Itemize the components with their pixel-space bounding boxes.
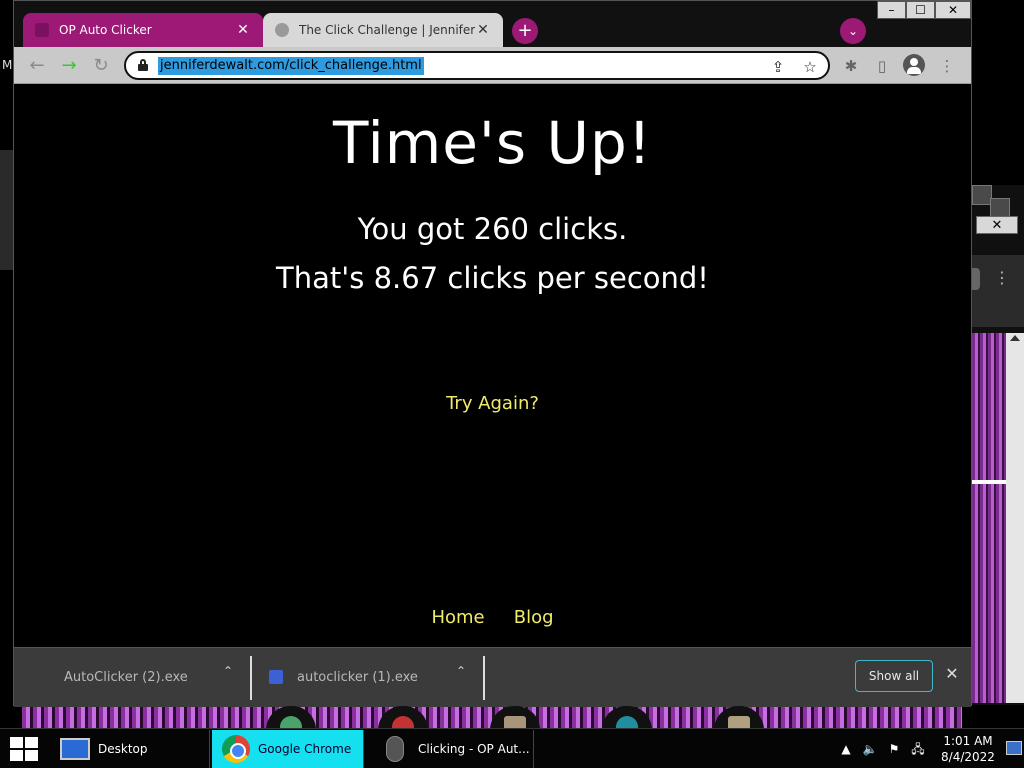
tray-expand-arrow-icon[interactable]: ▲ [838,741,854,757]
address-bar[interactable]: jenniferdewalt.com/click_challenge.html … [124,51,830,80]
globe-icon [275,23,289,37]
taskbar-item-desktop[interactable]: Desktop [50,730,210,768]
profile-avatar-icon[interactable] [903,54,925,76]
background-window-toolbar [972,255,1024,327]
close-window-button[interactable]: ✕ [935,1,971,19]
reload-icon[interactable]: ↻ [90,55,112,77]
chrome-icon [222,735,250,763]
download-filename: AutoClicker (2).exe [64,669,188,685]
taskbar: Desktop Google Chrome Clicking - OP Aut.… [0,728,1024,768]
download-item[interactable]: AutoClicker (2).exe [64,654,188,700]
background-scrollbar[interactable] [1006,333,1024,703]
taskbar-item-op-auto-clicker[interactable]: Clicking - OP Aut... [376,730,534,768]
extensions-puzzle-icon[interactable]: ✱ [840,55,862,77]
clicks-per-second-text: That's 8.67 clicks per second! [276,261,709,295]
tab-search-button[interactable]: ⌄ [840,18,866,44]
windows-start-icon[interactable] [10,737,38,761]
installer-icon [269,670,283,684]
clock-time: 1:01 AM [943,734,993,748]
try-again-link: Try Again? [14,393,971,414]
show-desktop-icon[interactable] [1006,741,1022,755]
background-menu-icon[interactable]: ⋮ [994,268,1010,287]
mouse-icon [386,736,404,762]
tab-favicon-icon [35,23,49,37]
page-content: Time's Up! You got 260 clicks. That's 8.… [14,85,971,647]
taskbar-item-label: Google Chrome [258,742,352,756]
close-downloads-bar-icon[interactable]: ✕ [944,666,960,682]
back-arrow-icon[interactable]: ← [26,55,48,77]
home-link[interactable]: Home [431,607,484,628]
tab-op-auto-clicker[interactable]: OP Auto Clicker ✕ [23,13,263,47]
browser-titlebar: OP Auto Clicker ✕ The Click Challenge | … [14,1,971,47]
tab-title: OP Auto Clicker [59,23,152,37]
volume-muted-icon[interactable]: 🔈 [862,741,878,757]
tab-close-icon[interactable]: ✕ [475,22,491,38]
footer-links: Home Blog [14,607,971,628]
network-icon[interactable]: 🖧 [910,741,926,757]
tab-title: The Click Challenge | Jennifer De [299,23,475,37]
try-again-link-label[interactable]: Try Again? [446,393,539,414]
lock-icon [138,59,148,71]
background-window-corner [990,198,1010,218]
background-divider [972,480,1008,484]
window-controls: – ☐ ✕ [877,1,971,19]
downloads-bar: AutoClicker (2).exe ⌃ autoclicker (1).ex… [14,647,971,707]
share-icon[interactable]: ⇪ [768,57,788,77]
desktop-icon [60,738,90,760]
browser-window: OP Auto Clicker ✕ The Click Challenge | … [13,0,972,707]
background-window-letter: M [2,58,13,72]
download-filename: autoclicker (1).exe [297,669,418,685]
browser-toolbar: ← → ↻ jenniferdewalt.com/click_challenge… [14,47,971,84]
blog-link[interactable]: Blog [514,607,554,628]
system-tray: ▲ 🔈 ⚑ 🖧 [838,739,926,759]
page-title: Time's Up! [332,109,653,177]
bookmark-star-icon[interactable]: ☆ [800,57,820,77]
minimize-button[interactable]: – [877,1,906,19]
maximize-button[interactable]: ☐ [906,1,935,19]
taskbar-item-label: Clicking - OP Aut... [418,742,530,756]
download-separator [250,656,252,700]
screen: M ✕ ⋮ OP Auto Clicker ✕ The Click Challe… [0,0,1024,768]
forward-arrow-icon[interactable]: → [58,55,80,77]
background-window-close-button[interactable]: ✕ [976,216,1018,234]
taskbar-item-chrome[interactable]: Google Chrome [212,730,364,768]
action-center-icon[interactable]: ⚑ [886,741,902,757]
show-all-downloads-button[interactable]: Show all [855,660,933,692]
taskbar-clock[interactable]: 1:01 AM 8/4/2022 [938,733,998,765]
scroll-up-arrow-icon[interactable] [1010,335,1020,341]
background-window-avatar [972,268,980,290]
new-tab-button[interactable]: + [512,18,538,44]
chevron-up-icon[interactable]: ⌃ [221,664,235,678]
kebab-menu-icon[interactable]: ⋮ [936,55,958,77]
background-window-edge [0,150,14,270]
download-separator [483,656,485,700]
background-purple-image [972,333,1006,703]
clock-date: 8/4/2022 [941,750,995,764]
background-window-corner [972,185,992,205]
side-panel-icon[interactable]: ▯ [871,55,893,77]
chevron-up-icon[interactable]: ⌃ [454,664,468,678]
click-count-text: You got 260 clicks. [357,212,628,246]
url-text[interactable]: jenniferdewalt.com/click_challenge.html [158,57,424,75]
download-item[interactable]: autoclicker (1).exe [269,654,418,700]
tab-click-challenge[interactable]: The Click Challenge | Jennifer De ✕ [263,13,503,47]
tab-close-icon[interactable]: ✕ [235,22,251,38]
taskbar-item-label: Desktop [98,742,148,756]
